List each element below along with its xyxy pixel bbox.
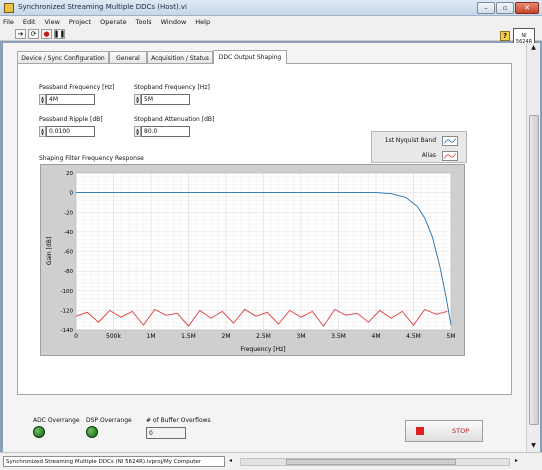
scroll-right-icon[interactable]: ▸ (515, 457, 518, 464)
frequency-response-graph: 0 500k 1M 1.5M 2M 2.5M 3M 3.5M 4M 4.5M 5M 20 0 -20 -4… (40, 164, 465, 356)
stopband-frequency-label: Stopband Frequency [Hz] (134, 84, 210, 91)
chart-title: Shaping Filter Frequency Response (39, 155, 144, 162)
passband-frequency-spinner[interactable]: ▲ ▼ (39, 94, 46, 105)
stopband-attenuation-field[interactable]: 80.0 (141, 126, 190, 137)
scroll-left-icon[interactable]: ◂ (229, 457, 232, 464)
menu-help[interactable]: Help (195, 18, 210, 26)
run-arrow-icon[interactable]: ➔ (15, 29, 26, 39)
horizontal-scroll-thumb[interactable] (286, 459, 456, 465)
minimize-button[interactable]: – (477, 2, 495, 14)
legend-label-alias: Alias (421, 152, 436, 159)
x-tick-label: 500k (106, 333, 121, 340)
y-tick-label: 20 (66, 171, 73, 177)
stop-button-label: STOP (452, 427, 470, 435)
toolbar: ➔ ⟳ ● ❚❚ (0, 27, 542, 41)
x-tick-label: 0 (74, 333, 78, 340)
passband-frequency-field[interactable]: 4M (46, 94, 95, 105)
legend-item-nyquist[interactable]: 1st Nyquist Band (372, 133, 466, 148)
menu-bar: File Edit View Project Operate Tools Win… (0, 16, 542, 27)
adc-overrange-led (33, 426, 45, 438)
run-continuously-icon[interactable]: ⟳ (28, 29, 39, 39)
y-tick-label: 0 (70, 191, 74, 197)
x-tick-label: 4M (372, 333, 381, 340)
passband-ripple-label: Passband Ripple [dB] (39, 116, 103, 123)
y-tick-label: -80 (64, 269, 73, 275)
stopband-attenuation-control: ▲ ▼ 80.0 (134, 126, 190, 137)
menu-window[interactable]: Window (161, 18, 187, 26)
vertical-scrollbar[interactable]: ▲ ▼ (526, 43, 540, 452)
stopband-attenuation-label: Stopband Attenuation [dB] (134, 116, 215, 123)
menu-tools[interactable]: Tools (136, 18, 152, 26)
pause-icon[interactable]: ❚❚ (54, 29, 65, 39)
menu-file[interactable]: File (3, 18, 14, 26)
y-axis-label: Gain [dB] (46, 237, 53, 265)
x-axis-label: Frequency [Hz] (240, 346, 285, 353)
y-tick-label: -140 (61, 328, 74, 334)
plot-legend: 1st Nyquist Band Alias (371, 131, 467, 163)
menu-operate[interactable]: Operate (100, 18, 126, 26)
x-axis-ticks: 0 500k 1M 1.5M 2M 2.5M 3M 3.5M 4M 4.5M 5M (74, 333, 455, 340)
stopband-frequency-field[interactable]: 5M (141, 94, 190, 105)
window-title: Synchronized Streaming Multiple DDCs (Ho… (18, 3, 188, 11)
context-help-button[interactable]: ? (500, 31, 510, 41)
passband-frequency-control: ▲ ▼ 4M (39, 94, 95, 105)
labview-app-icon (4, 3, 14, 13)
buffer-overflows-label: # of Buffer Overflows (146, 417, 211, 424)
y-tick-label: -40 (64, 230, 73, 236)
stopband-frequency-control: ▲ ▼ 5M (134, 94, 190, 105)
x-tick-label: 2.5M (256, 333, 271, 340)
stopband-attenuation-spinner[interactable]: ▲ ▼ (134, 126, 141, 137)
y-tick-label: -100 (61, 289, 74, 295)
scroll-up-icon[interactable]: ▲ (528, 44, 539, 52)
vertical-scroll-thumb[interactable] (529, 115, 539, 425)
frequency-response-chart: 0 500k 1M 1.5M 2M 2.5M 3M 3.5M 4M 4.5M 5M 20 0 -20 -4… (46, 171, 456, 353)
title-bar: Synchronized Streaming Multiple DDCs (Ho… (0, 0, 542, 16)
x-tick-label: 5M (447, 333, 456, 340)
y-axis-ticks: 20 0 -20 -40 -60 -80 -100 -120 -140 (61, 171, 74, 334)
x-tick-label: 2M (222, 333, 231, 340)
x-tick-label: 1.5M (181, 333, 196, 340)
horizontal-scrollbar[interactable] (240, 458, 510, 466)
stop-button[interactable]: STOP (405, 420, 483, 442)
x-tick-label: 3.5M (331, 333, 346, 340)
dsp-overrange-led (86, 426, 98, 438)
grid-lines (75, 172, 452, 331)
legend-swatch-nyquist (442, 135, 458, 146)
y-tick-label: -20 (64, 210, 73, 216)
legend-swatch-alias (442, 150, 458, 161)
x-tick-label: 3M (297, 333, 306, 340)
stop-square-icon (416, 427, 424, 435)
menu-view[interactable]: View (44, 18, 59, 26)
tab-ddc-output-shaping[interactable]: DDC Output Shaping (213, 50, 287, 64)
passband-ripple-field[interactable]: 0.0100 (46, 126, 95, 137)
menu-project[interactable]: Project (69, 18, 91, 26)
dsp-overrange-label: DSP Overrange (86, 417, 132, 424)
x-tick-label: 4.5M (406, 333, 421, 340)
buffer-overflows-indicator: 0 (146, 427, 186, 439)
y-tick-label: -120 (61, 308, 74, 314)
menu-edit[interactable]: Edit (23, 18, 36, 26)
project-path[interactable]: Synchronized Streaming Multiple DDCs (NI… (3, 456, 225, 467)
passband-ripple-spinner[interactable]: ▲ ▼ (39, 126, 46, 137)
scroll-down-icon[interactable]: ▼ (528, 442, 539, 450)
adc-overrange-label: ADC Overrange (33, 417, 80, 424)
stopband-frequency-spinner[interactable]: ▲ ▼ (134, 94, 141, 105)
legend-label-nyquist: 1st Nyquist Band (384, 137, 436, 144)
y-tick-label: -60 (64, 250, 73, 256)
maximize-button[interactable]: ▫ (496, 2, 514, 14)
close-button[interactable]: ✕ (515, 2, 539, 14)
status-bar: Synchronized Streaming Multiple DDCs (NI… (0, 452, 542, 470)
abort-icon[interactable]: ● (41, 29, 52, 39)
passband-frequency-label: Passband Frequency [Hz] (39, 84, 115, 91)
passband-ripple-control: ▲ ▼ 0.0100 (39, 126, 95, 137)
legend-item-alias[interactable]: Alias (372, 148, 466, 163)
x-tick-label: 1M (147, 333, 156, 340)
